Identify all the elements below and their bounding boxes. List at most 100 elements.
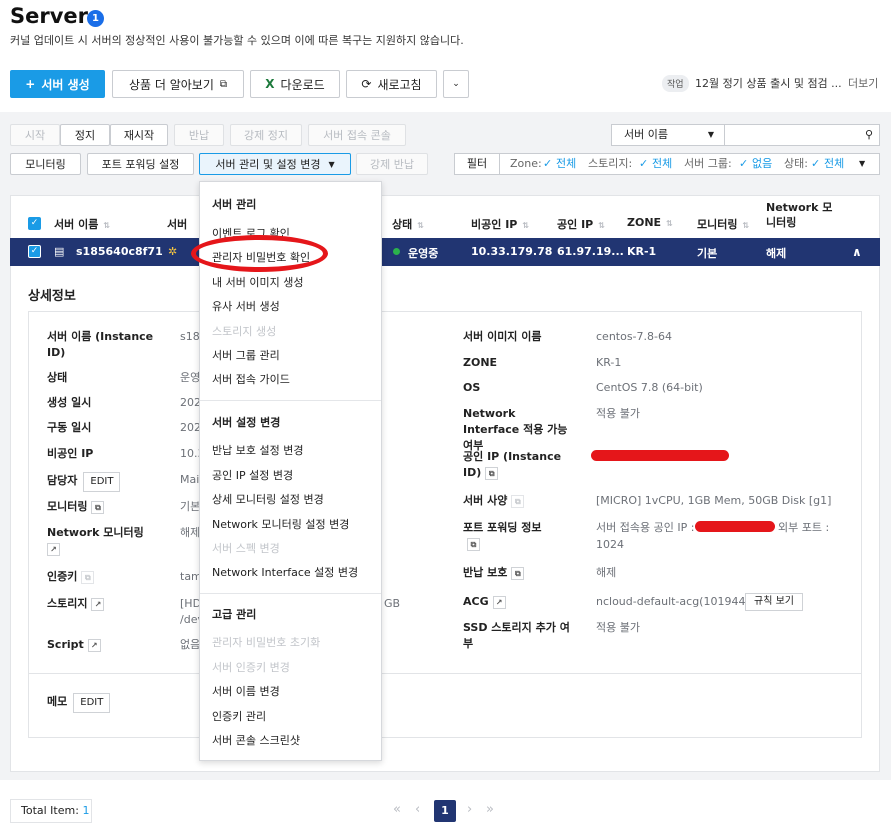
- copy-icon[interactable]: ⧉: [467, 537, 480, 551]
- check-icon: ✓: [811, 157, 821, 170]
- value-ssd-storage: 적용 불가: [596, 621, 640, 634]
- download-button[interactable]: X 다운로드: [250, 70, 340, 98]
- menu-item-network-interface[interactable]: Network Interface 설정 변경: [212, 564, 358, 580]
- caret-down-icon: ▼: [328, 159, 335, 169]
- menu-item-detail-monitoring[interactable]: 상세 모니터링 설정 변경: [212, 491, 324, 507]
- create-server-button[interactable]: + 서버 생성: [10, 70, 105, 98]
- force-stop-button[interactable]: 강제 정지: [230, 124, 302, 146]
- row-public-ip: 61.97.19...: [557, 245, 624, 258]
- start-button[interactable]: 시작: [10, 124, 60, 146]
- learn-more-button[interactable]: 상품 더 알아보기 ⧉: [112, 70, 244, 98]
- header-server-spec[interactable]: 서버: [167, 216, 187, 232]
- label-created: 생성 일시: [47, 396, 92, 409]
- menu-divider: [200, 400, 381, 401]
- total-items: Total Item: 1: [10, 799, 92, 823]
- label-image-name: 서버 이미지 이름: [463, 330, 542, 343]
- menu-item-console-screenshot[interactable]: 서버 콘솔 스크린샷: [212, 732, 300, 748]
- label-script: Script ↗: [47, 637, 101, 653]
- label-os: OS: [463, 381, 481, 394]
- header-server-name[interactable]: 서버 이름 ⇅: [54, 216, 110, 232]
- header-public-ip[interactable]: 공인 IP ⇅: [557, 216, 605, 232]
- menu-item-return-protection[interactable]: 반납 보호 설정 변경: [212, 442, 303, 458]
- value-network-interface: 적용 불가: [596, 407, 640, 420]
- menu-item-server-group[interactable]: 서버 그룹 관리: [212, 347, 280, 363]
- menu-item-rename-server[interactable]: 서버 이름 변경: [212, 683, 280, 699]
- status-dot: [393, 248, 400, 255]
- value-port-forwarding-port: 1024: [596, 538, 624, 551]
- search-icon[interactable]: ⚲: [865, 128, 873, 141]
- plus-icon: +: [25, 77, 36, 91]
- owner-edit-button[interactable]: EDIT: [83, 472, 121, 492]
- current-page[interactable]: 1: [434, 800, 456, 822]
- menu-item-access-guide[interactable]: 서버 접속 가이드: [212, 371, 290, 387]
- value-zone: KR-1: [596, 356, 622, 369]
- external-link-icon[interactable]: ↗: [47, 542, 60, 556]
- row-checkbox[interactable]: ✓: [28, 245, 41, 258]
- first-page-icon[interactable]: «: [393, 802, 401, 817]
- external-link-icon[interactable]: ↗: [87, 638, 101, 652]
- restart-button[interactable]: 재시작: [110, 124, 168, 146]
- menu-item-create-image[interactable]: 내 서버 이미지 생성: [212, 274, 303, 290]
- filter-bar[interactable]: 필터 Zone: ✓ 전체 스토리지: ✓ 전체 서버 그룹: ✓ 없음 상태:…: [454, 153, 880, 175]
- copy-icon[interactable]: ⧉: [81, 570, 95, 584]
- search-field-select[interactable]: 서버 이름 ▼: [611, 124, 725, 146]
- menu-item-reset-password[interactable]: 관리자 비밀번호 초기화: [212, 634, 320, 650]
- force-return-button[interactable]: 강제 반납: [356, 153, 428, 175]
- value-storage: [HD: [180, 597, 202, 610]
- notice-tag: 작업: [662, 75, 689, 92]
- search-input[interactable]: ⚲: [724, 124, 880, 146]
- menu-item-create-storage[interactable]: 스토리지 생성: [212, 323, 276, 339]
- spec-icon: ✲: [168, 245, 178, 258]
- monitoring-button[interactable]: 모니터링: [10, 153, 81, 175]
- copy-icon[interactable]: ⧉: [91, 500, 105, 514]
- select-all-checkbox[interactable]: ✓: [28, 217, 41, 230]
- next-page-icon[interactable]: ›: [467, 802, 472, 817]
- chevron-down-icon: ⌄: [452, 79, 460, 89]
- collapse-icon[interactable]: ∧: [852, 245, 862, 259]
- external-link-icon[interactable]: ↗: [91, 597, 105, 611]
- row-zone: KR-1: [627, 245, 657, 258]
- notice-link[interactable]: 12월 정기 상품 출시 및 점검 ...: [695, 75, 842, 91]
- return-button[interactable]: 반납: [174, 124, 224, 146]
- port-forwarding-button[interactable]: 포트 포워딩 설정: [87, 153, 194, 175]
- row-server-name: s185640c8f71: [76, 245, 163, 258]
- header-private-ip[interactable]: 비공인 IP ⇅: [471, 216, 529, 232]
- copy-icon[interactable]: ⧉: [511, 566, 525, 580]
- label-private-ip: 비공인 IP: [47, 447, 94, 460]
- menu-item-auth-key-manage[interactable]: 인증키 관리: [212, 708, 266, 724]
- annotation-circle: [191, 235, 328, 272]
- more-options-button[interactable]: ⌄: [443, 70, 469, 98]
- stop-button[interactable]: 정지: [60, 124, 110, 146]
- label-started: 구동 일시: [47, 421, 92, 434]
- menu-item-network-monitoring[interactable]: Network 모니터링 설정 변경: [212, 516, 349, 532]
- prev-page-icon[interactable]: ‹: [415, 802, 420, 817]
- menu-divider: [200, 593, 381, 594]
- more-link[interactable]: 더보기: [848, 75, 878, 91]
- value-network-monitoring: 해제: [180, 526, 201, 539]
- header-monitoring[interactable]: 모니터링 ⇅: [697, 216, 749, 232]
- header-network-monitoring[interactable]: Network 모니터링: [766, 200, 836, 230]
- memo-edit-button[interactable]: EDIT: [73, 693, 111, 713]
- acg-rules-button[interactable]: 규칙 보기: [745, 593, 803, 611]
- menu-section-server-manage: 서버 관리: [212, 198, 257, 211]
- copy-icon[interactable]: ⧉: [511, 494, 525, 508]
- label-memo: 메모 EDIT: [47, 693, 111, 713]
- row-monitoring: 기본: [697, 247, 718, 260]
- menu-item-public-ip[interactable]: 공인 IP 설정 변경: [212, 467, 293, 483]
- menu-item-similar-server[interactable]: 유사 서버 생성: [212, 298, 280, 314]
- label-server-spec: 서버 사양 ⧉: [463, 493, 525, 509]
- copy-icon[interactable]: ⧉: [485, 466, 499, 480]
- console-button[interactable]: 서버 접속 콘솔: [308, 124, 406, 146]
- value-acg: ncloud-default-acg(1019445): [596, 595, 757, 608]
- menu-item-change-auth-key[interactable]: 서버 인증키 변경: [212, 659, 290, 675]
- server-manage-dropdown-button[interactable]: 서버 관리 및 설정 변경 ▼: [199, 153, 351, 175]
- label-public-ip: 공인 IP (Instance ID) ⧉: [463, 450, 562, 480]
- refresh-button[interactable]: ⟳ 새로고침: [346, 70, 437, 98]
- header-zone[interactable]: ZONE ⇅: [627, 216, 673, 229]
- value-script: 없음: [180, 638, 201, 651]
- header-status[interactable]: 상태 ⇅: [392, 216, 424, 232]
- external-link-icon[interactable]: ↗: [492, 595, 506, 609]
- label-port-forwarding: 포트 포워딩 정보 ⧉: [463, 521, 542, 551]
- menu-item-spec-change[interactable]: 서버 스펙 변경: [212, 540, 280, 556]
- last-page-icon[interactable]: »: [486, 802, 494, 817]
